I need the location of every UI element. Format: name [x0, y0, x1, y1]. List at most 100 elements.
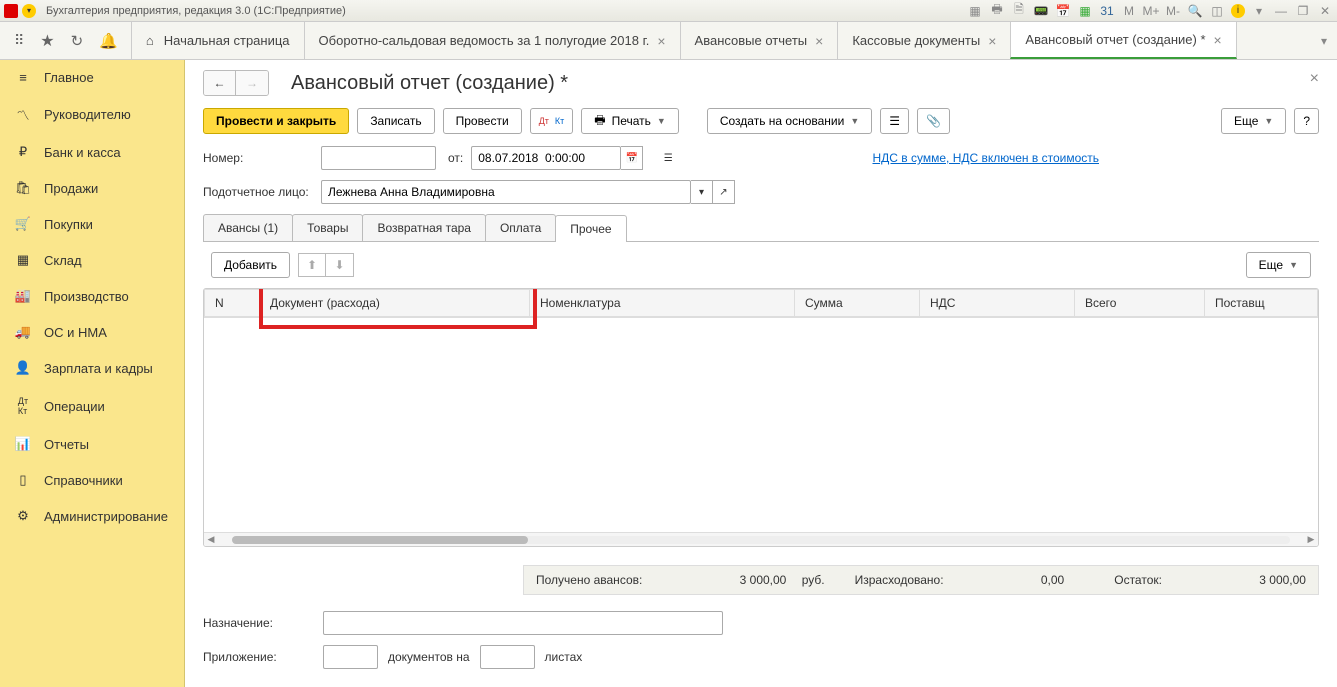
tabbar-menu-icon[interactable]: ▾ — [1321, 34, 1327, 48]
received-label: Получено авансов: — [536, 573, 642, 587]
print-button[interactable]: 🖶Печать▼ — [581, 108, 679, 134]
minimize-icon[interactable]: — — [1273, 3, 1289, 19]
notifications-icon[interactable]: 🔔 — [99, 32, 118, 50]
tab-0[interactable]: Оборотно-сальдовая ведомость за 1 полуго… — [304, 22, 681, 59]
add-button[interactable]: Добавить — [211, 252, 290, 278]
post-and-close-button[interactable]: Провести и закрыть — [203, 108, 349, 134]
col-supplier[interactable]: Поставщ — [1205, 290, 1318, 317]
favorites-icon[interactable]: ★ — [40, 31, 54, 51]
move-down-button[interactable]: ⬇ — [326, 253, 354, 277]
sidebar-item-assets[interactable]: 🚚ОС и НМА — [0, 314, 184, 350]
subtab-other[interactable]: Прочее — [555, 215, 626, 242]
col-vat[interactable]: НДС — [920, 290, 1075, 317]
subtab-payment[interactable]: Оплата — [485, 214, 556, 241]
grid-icon[interactable]: ▦ — [1077, 3, 1093, 19]
post-button[interactable]: Провести — [443, 108, 522, 134]
calendar-button[interactable]: 📅 — [621, 146, 643, 170]
close-icon[interactable]: ✕ — [1317, 3, 1333, 19]
sidebar-item-bank[interactable]: ₽Банк и касса — [0, 134, 184, 170]
tab-home[interactable]: ⌂ Начальная страница — [131, 22, 305, 59]
info-dd-icon[interactable]: ▾ — [1251, 3, 1267, 19]
person-open-button[interactable]: ↗ — [713, 180, 735, 204]
boxes-icon: ▦ — [14, 252, 32, 268]
apps-icon[interactable]: ⠿ — [14, 32, 24, 49]
app-dropdown-icon[interactable]: ▾ — [22, 4, 36, 18]
col-doc[interactable]: Документ (расхода) — [260, 290, 530, 317]
grid-scrollbar[interactable]: ◀ ▶ — [204, 532, 1318, 546]
sidebar-item-main[interactable]: ≡Главное — [0, 60, 184, 95]
sidebar-item-purchases[interactable]: 🛒Покупки — [0, 206, 184, 242]
sub-toolbar: Добавить ⬆ ⬇ Еще▼ — [203, 242, 1319, 288]
cart-icon: 🛒 — [14, 216, 32, 232]
sidebar-item-sales[interactable]: 🛍Продажи — [0, 170, 184, 206]
more-button[interactable]: Еще▼ — [1221, 108, 1286, 134]
subtab-goods[interactable]: Товары — [292, 214, 363, 241]
person-dropdown-button[interactable]: ▾ — [691, 180, 713, 204]
subtab-advances[interactable]: Авансы (1) — [203, 214, 293, 241]
info-icon[interactable]: i — [1231, 4, 1245, 18]
zoom-icon[interactable]: 🔍 — [1187, 3, 1203, 19]
scroll-left-icon[interactable]: ◀ — [204, 534, 218, 545]
sheets-text: листах — [545, 650, 583, 664]
date-icon[interactable]: 31 — [1099, 3, 1115, 19]
number-input[interactable] — [321, 146, 436, 170]
panel-icon[interactable]: ◫ — [1209, 3, 1225, 19]
sidebar-item-production[interactable]: 🏭Производство — [0, 278, 184, 314]
sidebar-item-hr[interactable]: 👤Зарплата и кадры — [0, 350, 184, 386]
tab-home-label: Начальная страница — [164, 33, 290, 48]
scroll-thumb[interactable] — [232, 536, 528, 544]
vat-link[interactable]: НДС в сумме, НДС включен в стоимость — [872, 151, 1099, 165]
scroll-right-icon[interactable]: ▶ — [1304, 534, 1318, 545]
date-input[interactable] — [471, 146, 621, 170]
tab-2-close-icon[interactable]: × — [988, 33, 996, 49]
page-close-icon[interactable]: × — [1310, 70, 1319, 88]
sidebar-item-operations[interactable]: ДтКтОперации — [0, 386, 184, 426]
structure-button[interactable]: ☰ — [880, 108, 909, 134]
history-icon[interactable]: ↻ — [71, 32, 84, 50]
toolbar-icon-1[interactable]: ▦ — [967, 3, 983, 19]
calendar-icon[interactable]: 📅 — [1055, 3, 1071, 19]
maximize-icon[interactable]: ❐ — [1295, 3, 1311, 19]
calc-icon[interactable]: 📟 — [1033, 3, 1049, 19]
tab-2[interactable]: Кассовые документы × — [837, 22, 1011, 59]
create-based-button[interactable]: Создать на основании▼ — [707, 108, 872, 134]
sidebar-item-reports[interactable]: 📊Отчеты — [0, 426, 184, 462]
sheets-count-input[interactable] — [480, 645, 535, 669]
person-input[interactable] — [321, 180, 691, 204]
tab-0-close-icon[interactable]: × — [657, 33, 665, 49]
m-plus-btn[interactable]: M+ — [1143, 3, 1159, 19]
grid-body[interactable] — [204, 317, 1318, 532]
col-sum[interactable]: Сумма — [795, 290, 920, 317]
col-n[interactable]: N — [205, 290, 260, 317]
sidebar-item-warehouse[interactable]: ▦Склад — [0, 242, 184, 278]
col-total[interactable]: Всего — [1075, 290, 1205, 317]
help-button[interactable]: ? — [1294, 108, 1319, 134]
list-icon[interactable]: ☰ — [657, 146, 679, 170]
m-btn[interactable]: M — [1121, 3, 1137, 19]
tab-3-close-icon[interactable]: × — [1214, 32, 1222, 48]
purpose-input[interactable] — [323, 611, 723, 635]
tab-3[interactable]: Авансовый отчет (создание) * × — [1010, 22, 1236, 59]
dtkt-button[interactable]: ДтКт — [530, 108, 574, 134]
print-icon[interactable]: 🖶 — [989, 3, 1005, 19]
tab-1-close-icon[interactable]: × — [815, 33, 823, 49]
docs-count-input[interactable] — [323, 645, 378, 669]
tab-1[interactable]: Авансовые отчеты × — [680, 22, 839, 59]
sidebar-item-manager[interactable]: 〽Руководителю — [0, 95, 184, 134]
nav-back-button[interactable]: ← — [204, 71, 236, 95]
m-minus-btn[interactable]: M- — [1165, 3, 1181, 19]
tab-2-label: Кассовые документы — [852, 33, 980, 48]
nav-forward-button[interactable]: → — [236, 71, 268, 95]
write-button[interactable]: Записать — [357, 108, 434, 134]
search-doc-icon[interactable]: 🗎 — [1011, 3, 1027, 19]
person-icon: 👤 — [14, 360, 32, 376]
col-nomen[interactable]: Номенклатура — [530, 290, 795, 317]
sidebar-item-admin[interactable]: ⚙Администрирование — [0, 498, 184, 534]
move-up-button[interactable]: ⬆ — [298, 253, 326, 277]
title-bar: ▾ Бухгалтерия предприятия, редакция 3.0 … — [0, 0, 1337, 22]
attach-button[interactable]: 📎 — [917, 108, 950, 134]
subtab-packaging[interactable]: Возвратная тара — [362, 214, 486, 241]
sub-more-button[interactable]: Еще▼ — [1246, 252, 1311, 278]
sidebar-label-9: Операции — [44, 399, 105, 414]
sidebar-item-catalogs[interactable]: ▯Справочники — [0, 462, 184, 498]
